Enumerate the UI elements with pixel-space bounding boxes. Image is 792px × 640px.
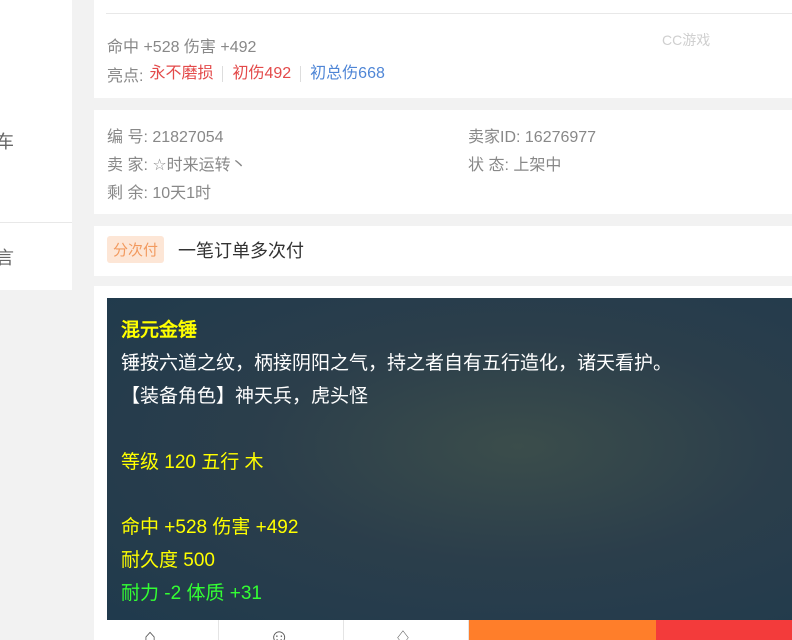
bottom-action-bar: ⌂ ☺ ♢ — [94, 620, 792, 640]
favorite-button[interactable]: ♢ — [344, 620, 469, 640]
buy-now-button[interactable] — [656, 620, 792, 640]
left-nav-item-2[interactable]: 言 — [0, 244, 14, 270]
item-attributes: 耐力 -2 体质 +31 — [121, 583, 262, 604]
stats-card: 命中 +528 伤害 +492 亮点: 永不磨损 初伤492 初总伤668 CC… — [94, 0, 792, 98]
highlights-row: 亮点: 永不磨损 初伤492 初总伤668 — [107, 62, 394, 86]
home-icon: ⌂ — [144, 626, 157, 640]
left-nav-panel: 车 言 — [0, 0, 72, 290]
item-durability: 耐久度 500 — [121, 550, 215, 571]
installment-badge: 分次付 — [107, 236, 165, 263]
payment-card[interactable]: 分次付 一笔订单多次付 — [94, 226, 792, 276]
item-attack: 命中 +528 伤害 +492 — [121, 517, 299, 538]
add-to-cart-button[interactable] — [469, 620, 656, 640]
highlight-tag: 永不磨损 — [149, 65, 214, 82]
item-description-card: 混元金锤 锤按六道之纹，柄接阴阳之气，持之者自有五行造化，诸天看护。 【装备角色… — [94, 286, 792, 640]
seller-id: 卖家ID: 16276977 — [468, 129, 597, 146]
item-number: 编 号: 21827054 — [107, 129, 224, 146]
bag-icon: ♢ — [394, 628, 412, 640]
highlight-tag: 初伤492 — [222, 66, 300, 82]
item-name: 混元金锤 — [121, 320, 198, 341]
seller-name: 卖 家: ☆时来运转丶 — [107, 157, 247, 174]
support-button[interactable]: ☺ — [219, 620, 344, 640]
left-nav-item-1[interactable]: 车 — [0, 128, 14, 154]
item-description-box: 混元金锤 锤按六道之纹，柄接阴阳之气，持之者自有五行造化，诸天看护。 【装备角色… — [107, 298, 792, 628]
installment-text: 一笔订单多次付 — [178, 241, 304, 261]
item-lore: 锤按六道之纹，柄接阴阳之气，持之者自有五行造化，诸天看护。 — [121, 353, 673, 374]
highlight-tag: 初总伤668 — [300, 66, 394, 82]
trade-info-card: 编 号: 21827054 卖 家: ☆时来运转丶 剩 余: 10天1时 卖家I… — [94, 110, 792, 214]
watermark-logo: CC游戏 — [662, 32, 711, 48]
left-nav-divider — [0, 222, 72, 223]
stats-line: 命中 +528 伤害 +492 — [107, 39, 257, 56]
remaining-time: 剩 余: 10天1时 — [107, 185, 212, 202]
highlights-label: 亮点: — [107, 68, 144, 85]
item-roles: 【装备角色】神天兵，虎头怪 — [121, 386, 369, 407]
listing-status: 状 态: 上架中 — [468, 157, 562, 174]
divider — [106, 13, 792, 14]
item-level: 等级 120 五行 木 — [121, 452, 264, 473]
home-button[interactable]: ⌂ — [94, 620, 219, 640]
smile-icon: ☺ — [269, 626, 290, 640]
